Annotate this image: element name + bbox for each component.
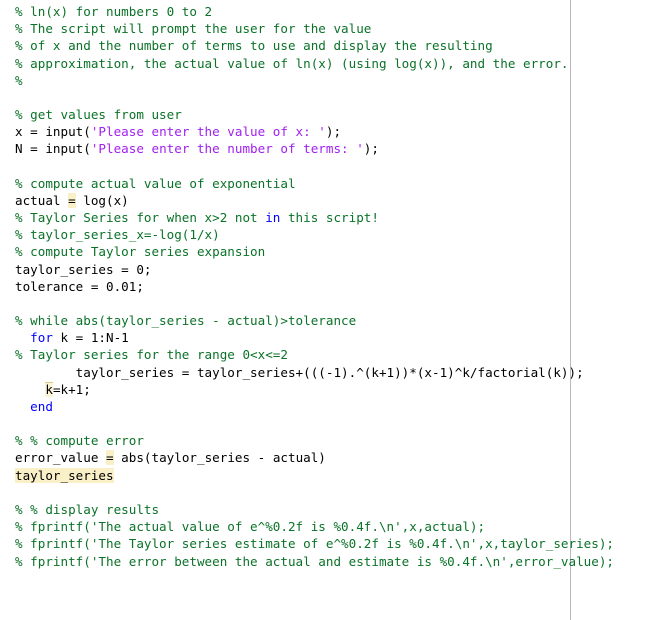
code-token-code: k = 1:N-1 [52,330,129,346]
code-line[interactable]: % fprintf('The error between the actual … [15,553,649,570]
code-token-code: error_value [15,450,106,466]
code-token-cmt: % fprintf('The error between the actual … [15,553,614,569]
code-token-code: abs(taylor_series - actual) [113,450,326,466]
code-token-cmt: % fprintf('The actual value of e^%0.2f i… [15,519,486,535]
code-token-str: 'Please enter the number of terms: ' [90,141,364,157]
code-token-code [15,330,30,345]
code-line[interactable]: taylor_series [15,467,649,484]
code-token-cmt: % % display results [15,501,160,517]
code-token-cmt: % % compute error [15,433,144,449]
code-line[interactable]: N = input('Please enter the number of te… [15,140,649,157]
code-line[interactable]: % Taylor series for the range 0<x<=2 [15,346,649,363]
code-line[interactable]: end [15,398,649,415]
code-token-code: taylor_series = 0; [15,261,152,277]
code-line[interactable]: % % display results [15,501,649,518]
code-token-code: log(x) [75,192,129,208]
code-editor-text-area[interactable]: % ln(x) for numbers 0 to 2 % The script w… [0,0,649,570]
matlab-editor-window: % ln(x) for numbers 0 to 2 % The script w… [0,0,649,620]
code-token-kw: end [30,398,53,414]
code-token-code: tolerance = 0.01; [15,278,144,294]
code-token-code: taylor_series [15,467,114,483]
code-token-cmt: % of x and the number of terms to use an… [15,38,493,54]
code-token-code: x = input( [15,124,91,140]
code-line[interactable]: % compute actual value of exponential [15,175,649,192]
code-line[interactable]: tolerance = 0.01; [15,278,649,295]
code-token-code: = [68,192,76,208]
code-line[interactable]: % [15,72,649,89]
code-line[interactable] [15,415,649,432]
code-line[interactable]: % ln(x) for numbers 0 to 2 [15,3,649,20]
code-token-kw: in [265,210,281,226]
code-line[interactable]: % while abs(taylor_series - actual)>tole… [15,312,649,329]
code-line[interactable] [15,89,649,106]
code-token-code: ); [363,141,379,157]
code-line[interactable] [15,158,649,175]
code-line[interactable]: % fprintf('The actual value of e^%0.2f i… [15,518,649,535]
code-line[interactable]: error_value = abs(taylor_series - actual… [15,449,649,466]
code-line[interactable] [15,295,649,312]
code-token-cmt: % compute actual value of exponential [15,175,296,191]
code-line[interactable]: k=k+1; [15,381,649,398]
code-token-cmt: % taylor_series_x=-log(1/x) [15,227,220,243]
code-line[interactable]: % approximation, the actual value of ln(… [15,55,649,72]
code-token-cmt: % Taylor series for the range 0<x<=2 [15,347,288,363]
code-token-cmt: % ln(x) for numbers 0 to 2 [15,4,213,19]
code-token-str: 'Please enter the value of x: ' [90,124,326,140]
code-token-cmt: % compute Taylor series expansion [15,244,266,260]
code-line[interactable]: % of x and the number of terms to use an… [15,37,649,54]
code-token-code: actual [15,192,69,208]
code-line[interactable] [15,484,649,501]
code-token-cmt: % The script will prompt the user for th… [15,21,372,37]
code-line[interactable]: actual = log(x) [15,192,649,209]
code-line[interactable]: % % compute error [15,432,649,449]
code-line[interactable]: % The script will prompt the user for th… [15,20,649,37]
code-line[interactable]: x = input('Please enter the value of x: … [15,123,649,140]
code-token-cmt: % while abs(taylor_series - actual)>tole… [15,313,357,329]
code-token-cmt: % [15,72,23,88]
code-token-code: N = input( [15,141,91,157]
code-line[interactable]: % fprintf('The Taylor series estimate of… [15,535,649,552]
code-line[interactable]: taylor_series = 0; [15,261,649,278]
code-line[interactable]: taylor_series = taylor_series+(((-1).^(k… [15,364,649,381]
code-line[interactable]: for k = 1:N-1 [15,329,649,346]
code-line[interactable]: % get values from user [15,106,649,123]
code-line[interactable]: % Taylor Series for when x>2 not in this… [15,209,649,226]
code-token-code: = [106,450,114,466]
code-token-code [15,382,45,397]
code-line[interactable]: % compute Taylor series expansion [15,243,649,260]
code-token-code: k [45,381,53,397]
code-token-code: ); [325,124,342,140]
code-token-kw: for [30,330,53,346]
code-token-cmt: % approximation, the actual value of ln(… [15,55,569,71]
code-token-cmt: % get values from user [15,107,182,123]
code-token-cmt: % fprintf('The Taylor series estimate of… [15,536,614,552]
code-line[interactable]: % taylor_series_x=-log(1/x) [15,226,649,243]
code-token-code: =k+1; [52,381,91,397]
code-token-cmt: this script! [280,210,379,226]
code-token-code: taylor_series = taylor_series+(((-1).^(k… [15,364,584,380]
code-token-code [15,399,30,414]
code-token-cmt: % Taylor Series for when x>2 not [15,210,266,226]
